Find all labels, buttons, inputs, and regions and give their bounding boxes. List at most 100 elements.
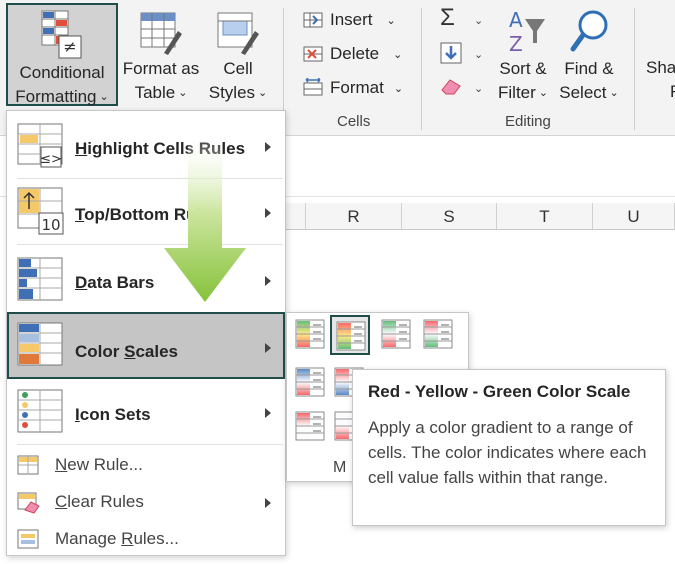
sort-filter-icon: A Z xyxy=(509,8,545,56)
menu-divider xyxy=(17,444,283,445)
label-post: cales xyxy=(135,342,178,361)
color-scale-icon xyxy=(336,321,366,351)
find-select-label-1: Find & xyxy=(564,59,614,78)
share-button-partial[interactable]: Sha F xyxy=(646,56,675,104)
chevron-down-icon: ⌄ xyxy=(178,87,188,99)
chevron-down-icon[interactable]: ⌄ xyxy=(474,82,483,95)
label-accel: D xyxy=(75,273,88,292)
chevron-down-icon: ⌄ xyxy=(538,87,548,99)
group-divider xyxy=(634,8,635,130)
conditional-formatting-label-2-text: Formatting xyxy=(15,87,97,106)
label-post: ata Bars xyxy=(87,273,155,292)
icon-sets-label: Icon Sets xyxy=(75,405,151,425)
format-as-table-label-2: Table ⌄ xyxy=(120,81,202,105)
chevron-right-icon xyxy=(265,498,271,508)
label-accel: H xyxy=(75,139,88,158)
color-scales-label: Color Scales xyxy=(75,342,178,362)
fill-icon[interactable] xyxy=(440,42,462,64)
color-scale-option[interactable] xyxy=(377,315,417,355)
more-rules-label[interactable]: M xyxy=(333,459,346,477)
conditional-formatting-label-1: Conditional xyxy=(19,63,105,82)
chevron-down-icon: ⌄ xyxy=(393,82,404,95)
highlight-cells-icon: ≤> xyxy=(17,123,63,168)
color-scale-tooltip: Red - Yellow - Green Color Scale Apply a… xyxy=(352,369,666,526)
sort-filter-label-2: Filter ⌄ xyxy=(493,81,553,105)
data-bars-icon xyxy=(17,257,63,301)
svg-text:A: A xyxy=(509,8,523,32)
color-scale-option[interactable] xyxy=(291,363,331,403)
menu-item-clear-rules[interactable]: Clear Rules xyxy=(7,484,285,520)
color-scale-icon xyxy=(295,319,325,349)
cell-styles-button[interactable]: Cell Styles ⌄ xyxy=(204,5,272,105)
chevron-right-icon xyxy=(265,343,271,353)
insert-button[interactable]: Insert ⌄ xyxy=(303,10,396,30)
label-accel: C xyxy=(55,492,68,511)
tooltip-body: Apply a color gradient to a range of cel… xyxy=(368,418,647,487)
insert-cells-icon xyxy=(303,12,323,28)
eraser-icon[interactable] xyxy=(440,76,464,96)
column-header-s[interactable]: S xyxy=(402,203,497,230)
menu-item-color-scales[interactable]: Color Scales xyxy=(7,312,285,379)
menu-item-manage-rules[interactable]: Manage Rules... xyxy=(7,521,285,557)
chevron-right-icon xyxy=(265,408,271,418)
group-divider xyxy=(421,8,422,130)
cell-styles-label-1: Cell xyxy=(223,59,253,78)
clear-rules-icon xyxy=(17,492,40,514)
format-button[interactable]: Format ⌄ xyxy=(303,78,403,98)
color-scale-option[interactable] xyxy=(291,315,331,355)
label-post: con Sets xyxy=(79,405,151,424)
tooltip-title: Red - Yellow - Green Color Scale xyxy=(368,382,631,401)
chevron-right-icon xyxy=(265,142,271,152)
cell-styles-icon xyxy=(217,12,259,55)
format-as-table-button[interactable]: Format as Table ⌄ xyxy=(120,5,202,105)
label-pre: Color xyxy=(75,342,125,361)
find-select-label-2: Select ⌄ xyxy=(556,81,622,105)
delete-button[interactable]: Delete ⌄ xyxy=(303,44,402,64)
color-scale-icon xyxy=(381,319,411,349)
menu-item-new-rule[interactable]: New Rule... xyxy=(7,447,285,483)
cell-styles-label-2: Styles ⌄ xyxy=(204,81,272,105)
chevron-down-icon[interactable]: ⌄ xyxy=(474,48,483,61)
format-cells-icon xyxy=(303,78,323,96)
red-yellow-green-color-scale[interactable] xyxy=(330,315,370,355)
menu-item-icon-sets[interactable]: Icon Sets xyxy=(7,381,285,443)
format-as-table-icon xyxy=(140,12,182,55)
label-accel: R xyxy=(121,529,134,548)
find-select-button[interactable]: Find & Select ⌄ xyxy=(556,5,622,105)
color-scale-icon xyxy=(423,319,453,349)
color-scale-option[interactable] xyxy=(291,407,331,447)
manage-rules-icon xyxy=(17,529,39,549)
label-accel: T xyxy=(75,205,85,224)
label-pre: Manage xyxy=(55,529,122,548)
chevron-right-icon xyxy=(265,208,271,218)
conditional-formatting-icon: ≠ xyxy=(41,10,82,59)
autosum-icon[interactable]: Σ xyxy=(440,4,455,32)
label-accel: N xyxy=(55,455,68,474)
top-bottom-icon: 10 xyxy=(17,187,64,235)
chevron-down-icon: ⌄ xyxy=(609,87,619,99)
delete-cells-icon xyxy=(303,46,323,62)
label-accel: S xyxy=(124,342,136,361)
conditional-formatting-label-2: Formatting ⌄ xyxy=(8,85,116,109)
color-scales-icon xyxy=(17,322,63,366)
conditional-formatting-button[interactable]: ≠ Conditional Formatting ⌄ xyxy=(6,3,118,106)
column-header-partial[interactable] xyxy=(286,203,306,230)
new-rule-label: New Rule... xyxy=(55,455,143,475)
label-post: lear Rules xyxy=(67,492,144,511)
new-rule-icon xyxy=(17,455,39,475)
column-header-u[interactable]: U xyxy=(593,203,675,230)
color-scale-option[interactable] xyxy=(419,315,459,355)
cell-styles-label-2-text: Styles xyxy=(208,83,256,102)
find-select-label-2-text: Select xyxy=(559,83,607,102)
chevron-down-icon[interactable]: ⌄ xyxy=(474,14,483,27)
sort-filter-button[interactable]: A Z Sort & Filter ⌄ xyxy=(493,5,553,105)
column-header-t[interactable]: T xyxy=(497,203,593,230)
svg-text:≤>: ≤> xyxy=(40,152,62,167)
svg-text:≠: ≠ xyxy=(63,37,76,56)
magnifier-icon xyxy=(570,10,608,52)
color-scale-icon xyxy=(295,367,325,397)
column-header-r[interactable]: R xyxy=(306,203,402,230)
svg-text:Z: Z xyxy=(509,32,523,56)
share-label-1: Sha xyxy=(646,58,675,77)
chevron-right-icon xyxy=(265,276,271,286)
